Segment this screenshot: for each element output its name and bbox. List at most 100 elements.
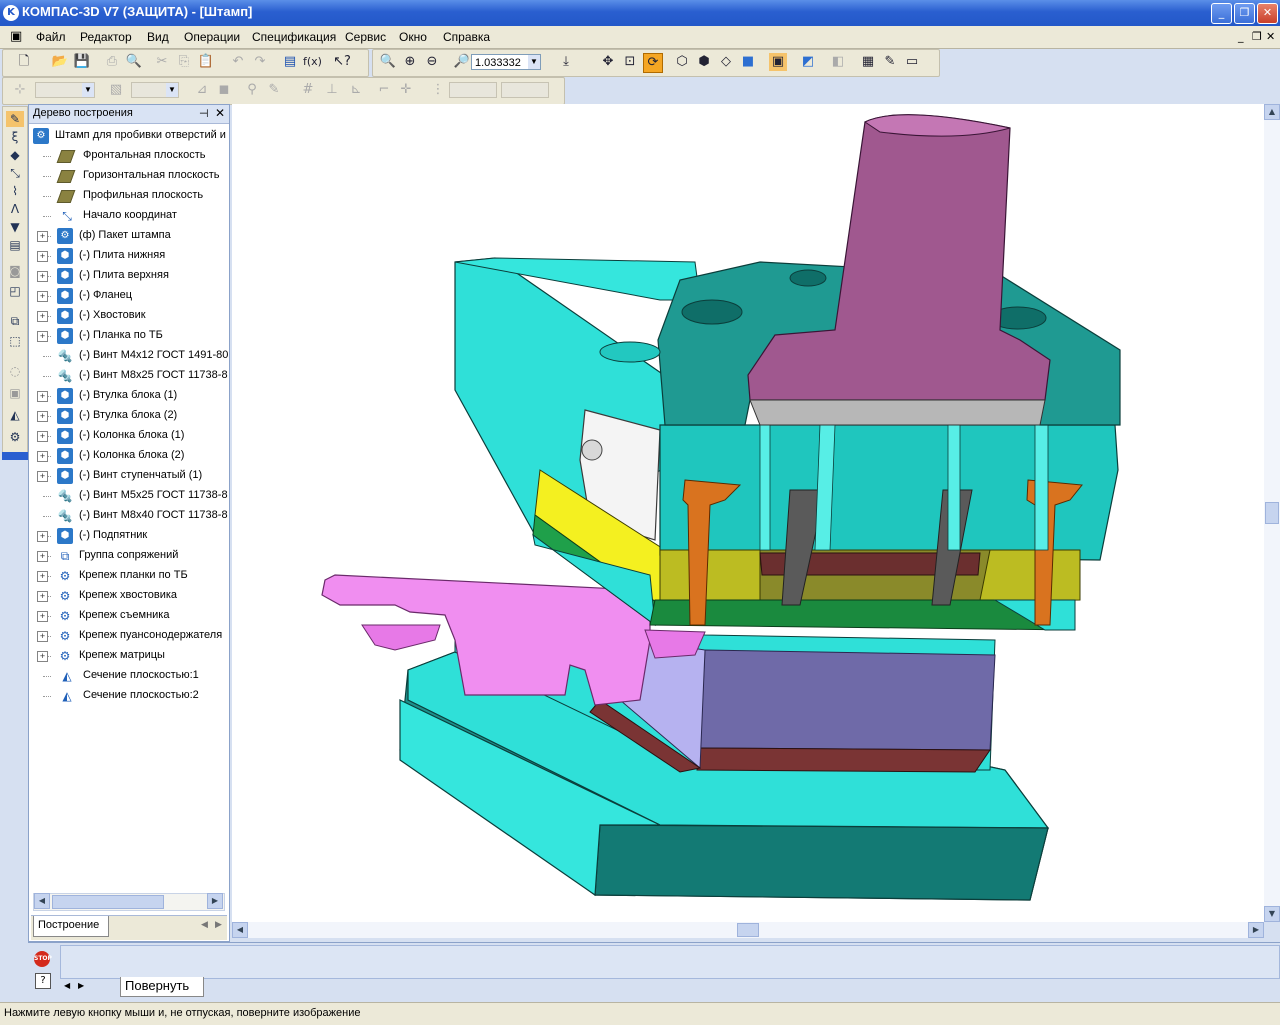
- tree-horizontal-scrollbar[interactable]: ◀ ▶: [33, 893, 225, 911]
- scroll-down-icon[interactable]: ▼: [1264, 906, 1280, 922]
- command-tab-rotate[interactable]: Повернуть: [120, 977, 204, 997]
- scroll-up-icon[interactable]: ▲: [1264, 104, 1280, 120]
- expand-icon[interactable]: +: [37, 411, 48, 422]
- tab-build[interactable]: Построение: [33, 916, 109, 937]
- tree-item[interactable]: + ⬢ (-) Подпятник: [29, 527, 229, 545]
- expand-icon[interactable]: +: [37, 251, 48, 262]
- hscroll-thumb[interactable]: [737, 923, 759, 937]
- expand-icon[interactable]: +: [37, 531, 48, 542]
- restore-button[interactable]: ❐: [1234, 3, 1255, 24]
- expand-icon[interactable]: +: [37, 611, 48, 622]
- close-panel-icon[interactable]: ✕: [215, 106, 225, 120]
- paste-icon[interactable]: 📋: [197, 53, 215, 71]
- expand-icon[interactable]: +: [37, 291, 48, 302]
- expand-icon[interactable]: +: [37, 311, 48, 322]
- shaded-edges-icon[interactable]: ▣: [769, 53, 787, 71]
- scroll-thumb[interactable]: [52, 895, 164, 909]
- expand-icon[interactable]: +: [37, 431, 48, 442]
- chevron-down-icon[interactable]: ▼: [528, 55, 540, 69]
- zoom-out-icon[interactable]: ⊖: [423, 53, 441, 71]
- print-preview-icon[interactable]: 🔍: [125, 53, 143, 71]
- axis-icon[interactable]: ⊹: [11, 81, 29, 99]
- ortho-icon[interactable]: ⊥: [323, 81, 341, 99]
- tree-item[interactable]: + ⚙ Крепеж планки по ТБ: [29, 567, 229, 585]
- menu-specification[interactable]: Спецификация: [252, 30, 336, 44]
- properties-icon[interactable]: ▤: [281, 53, 299, 71]
- dim-icon[interactable]: ⌐: [375, 81, 393, 99]
- tree-item[interactable]: + ⬢ (-) Колонка блока (1): [29, 427, 229, 445]
- tree-item[interactable]: ◭ Сечение плоскостью:1: [29, 667, 229, 685]
- cut-icon[interactable]: ✂: [153, 53, 171, 71]
- scroll-right-icon[interactable]: ▶: [207, 893, 223, 909]
- new-file-icon[interactable]: 🗋: [15, 53, 33, 71]
- tree-item[interactable]: + ⬢ (-) Винт ступенчатый (1): [29, 467, 229, 485]
- chevron-down-icon[interactable]: ▼: [82, 83, 94, 97]
- wireframe-icon[interactable]: ⬡: [673, 53, 691, 71]
- grid-icon[interactable]: #: [299, 81, 317, 99]
- expand-icon[interactable]: +: [37, 591, 48, 602]
- mdi-minimize-icon[interactable]: _: [1238, 30, 1244, 43]
- scroll-left-icon[interactable]: ◀: [34, 893, 50, 909]
- tab-prev-icon[interactable]: ◀: [64, 981, 70, 990]
- insert-part-icon[interactable]: ◰: [6, 283, 24, 299]
- mate-icon[interactable]: ⧉: [6, 313, 24, 329]
- zoom-combo[interactable]: 1.033332 ▼: [471, 54, 541, 70]
- sketch-icon[interactable]: ξ: [6, 129, 24, 145]
- orientation-icon[interactable]: ⤓: [557, 53, 575, 71]
- document-icon[interactable]: ▣: [10, 29, 22, 44]
- tree-toggle-icon[interactable]: ▦: [859, 53, 877, 71]
- zoom-scale-icon[interactable]: 🔎: [453, 53, 471, 71]
- undo-icon[interactable]: ↶: [229, 53, 247, 71]
- mdi-close-icon[interactable]: ✕: [1266, 30, 1275, 43]
- pencil-icon[interactable]: ✎: [265, 81, 283, 99]
- tree-item[interactable]: + ⬢ (-) Втулка блока (2): [29, 407, 229, 425]
- expand-icon[interactable]: +: [37, 471, 48, 482]
- zoom-window-icon[interactable]: 🔍: [379, 53, 397, 71]
- help-pointer-icon[interactable]: ↖?: [333, 53, 351, 71]
- rotate-icon[interactable]: ⟳: [643, 53, 663, 73]
- fasteners-tool-icon[interactable]: ⚙: [6, 429, 24, 445]
- expand-icon[interactable]: +: [37, 451, 48, 462]
- mdi-restore-icon[interactable]: ❐: [1252, 30, 1262, 43]
- zoom-all-icon[interactable]: ⊡: [621, 53, 639, 71]
- shaded-icon[interactable]: ■: [739, 53, 757, 71]
- tab-next-icon[interactable]: ▶: [215, 920, 222, 930]
- model-viewport[interactable]: [232, 104, 1264, 922]
- tree-item[interactable]: 🔩 (-) Винт М5х25 ГОСТ 11738-8: [29, 487, 229, 505]
- tree-item[interactable]: + ⚙ (ф) Пакет штампа: [29, 227, 229, 245]
- expand-icon[interactable]: +: [37, 331, 48, 342]
- expand-icon[interactable]: +: [37, 651, 48, 662]
- tree-item[interactable]: 🔩 (-) Винт М4х12 ГОСТ 1491-80: [29, 347, 229, 365]
- tree-item[interactable]: + ⬢ (-) Втулка блока (1): [29, 387, 229, 405]
- snap-icon[interactable]: ⊿: [193, 81, 211, 99]
- scroll-left-icon[interactable]: ◀: [232, 922, 248, 938]
- tree-item[interactable]: 🔩 (-) Винт М8х40 ГОСТ 11738-8: [29, 507, 229, 525]
- measure-icon[interactable]: ✎: [881, 53, 899, 71]
- coords-icon[interactable]: ⋮: [429, 81, 447, 99]
- tree-item[interactable]: + ⬢ (-) Плита нижняя: [29, 247, 229, 265]
- tree-item[interactable]: 🔩 (-) Винт М8х25 ГОСТ 11738-8: [29, 367, 229, 385]
- rotate-component-icon[interactable]: ◌: [6, 363, 24, 379]
- menu-window[interactable]: Окно: [399, 30, 427, 44]
- extrude-icon[interactable]: ◆: [6, 147, 24, 163]
- tree-item[interactable]: + ⚙ Крепеж пуансонодержателя: [29, 627, 229, 645]
- copy-icon[interactable]: ⎘: [175, 53, 193, 71]
- local-cs-icon[interactable]: ⊾: [347, 81, 365, 99]
- tree-item[interactable]: + ⬢ (-) Планка по ТБ: [29, 327, 229, 345]
- tab-next-icon[interactable]: ▶: [78, 981, 84, 990]
- close-button[interactable]: ✕: [1257, 3, 1278, 24]
- fillet-icon[interactable]: ⌇: [6, 183, 24, 199]
- vscroll-thumb[interactable]: [1265, 502, 1279, 524]
- chevron-down-icon[interactable]: ▼: [166, 83, 178, 97]
- tree-item[interactable]: Фронтальная плоскость: [29, 147, 229, 165]
- viewport-vertical-scrollbar[interactable]: ▲ ▼: [1264, 104, 1280, 922]
- expand-icon[interactable]: +: [37, 631, 48, 642]
- pan-icon[interactable]: ✥: [599, 53, 617, 71]
- tree-item[interactable]: ⤡ Начало координат: [29, 207, 229, 225]
- curves-icon[interactable]: Λ: [6, 201, 24, 217]
- color-icon[interactable]: ▧: [107, 81, 125, 99]
- move-component-icon[interactable]: ⬚: [6, 333, 24, 349]
- tree-item[interactable]: + ⬢ (-) Фланец: [29, 287, 229, 305]
- menu-operations[interactable]: Операции: [184, 30, 240, 44]
- tree-item[interactable]: + ⬢ (-) Колонка блока (2): [29, 447, 229, 465]
